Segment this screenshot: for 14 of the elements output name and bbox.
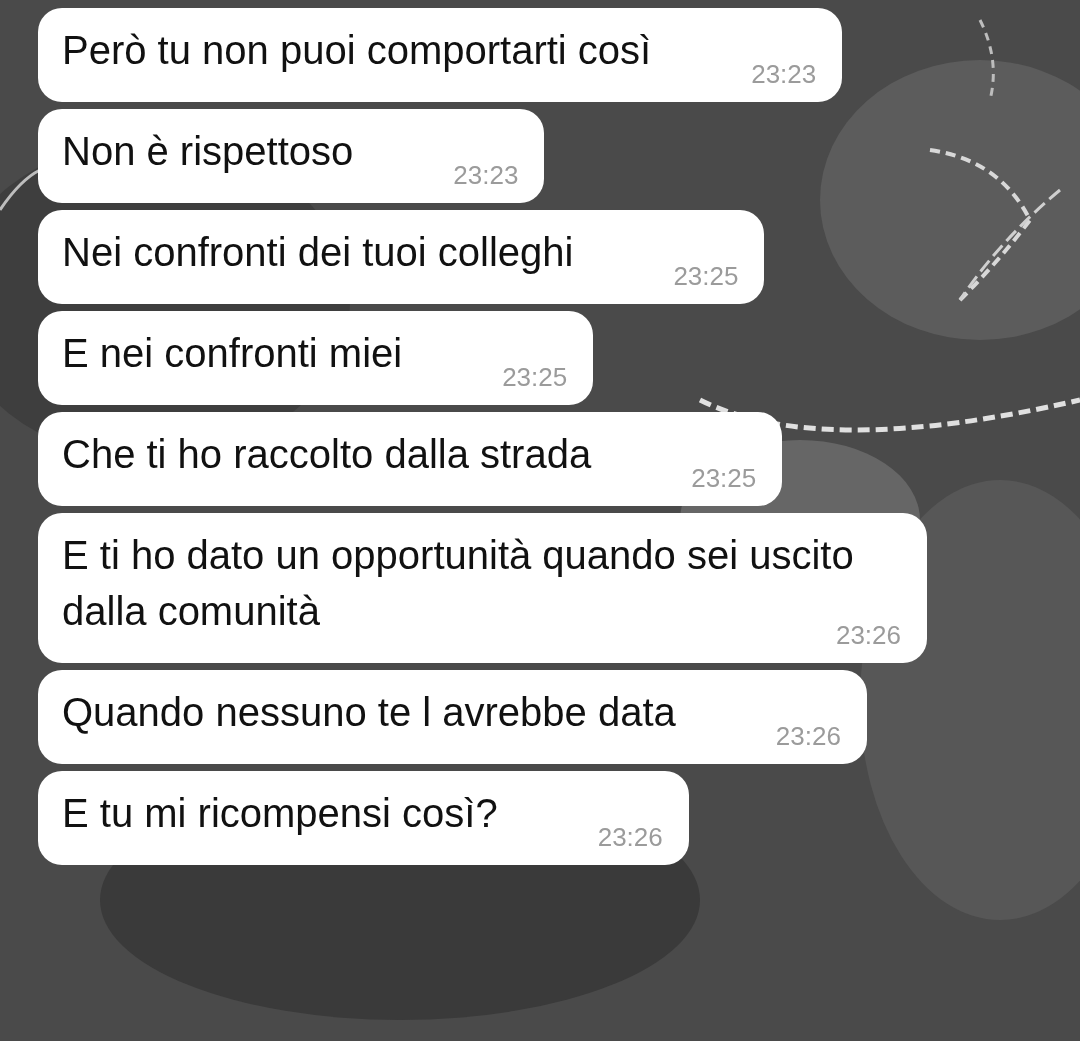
message-time: 23:26 — [775, 720, 841, 752]
message-time: 23:23 — [453, 159, 519, 191]
message-text: Quando nessuno te l avrebbe data — [62, 690, 676, 734]
message-time: 23:26 — [597, 821, 663, 853]
message-time: 23:25 — [502, 361, 568, 393]
message-text: Nei confronti dei tuoi colleghi — [62, 230, 574, 274]
message-text: E tu mi ricompensi così? — [62, 791, 498, 835]
message-time: 23:25 — [673, 260, 739, 292]
message-text: E nei confronti miei — [62, 331, 403, 375]
message-text: Non è rispettoso — [62, 129, 354, 173]
message-text: Però tu non puoi comportarti così — [62, 28, 652, 72]
message-time: 23:23 — [751, 58, 817, 90]
message-text: Che ti ho raccolto dalla strada — [62, 432, 592, 476]
message-time: 23:25 — [691, 462, 757, 494]
